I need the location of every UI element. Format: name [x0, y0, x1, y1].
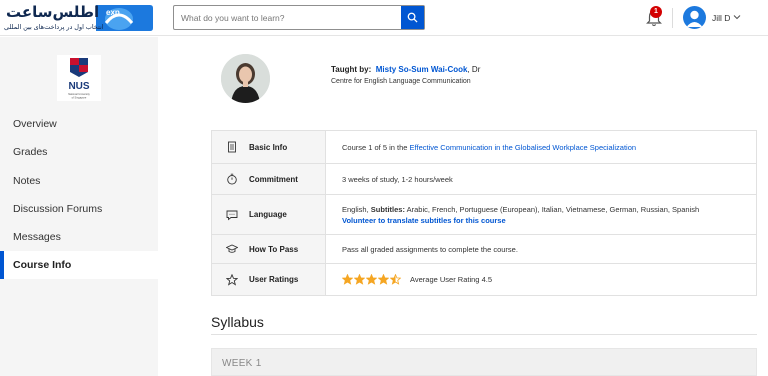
specialization-link[interactable]: Effective Communication in the Globalise…: [410, 143, 637, 152]
instructor-photo[interactable]: [221, 54, 270, 103]
info-label-text: Basic Info: [249, 142, 288, 152]
info-row-how-to-pass: How To Pass Pass all graded assignments …: [212, 235, 756, 264]
syllabus-divider: [211, 334, 757, 335]
week-header[interactable]: WEEK 1: [211, 348, 757, 376]
course-info-table: Basic Info Course 1 of 5 in the Effectiv…: [211, 130, 757, 296]
how-to-pass-text: Pass all graded assignments to complete …: [342, 244, 518, 254]
user-avatar[interactable]: [683, 6, 706, 29]
header-divider: [672, 8, 673, 28]
sidebar-item-course-info[interactable]: Course Info: [0, 251, 158, 279]
svg-text:NUS: NUS: [68, 81, 89, 92]
svg-text:National University: National University: [68, 92, 90, 96]
info-label-text: Language: [249, 210, 287, 219]
info-label-text: Commitment: [249, 174, 298, 184]
logo-tagline: انتخاب اول در پرداخت‌های بین المللی: [4, 24, 104, 31]
info-row-user-ratings: User Ratings Average User Rating 4.5: [212, 264, 756, 295]
instructor-name-link[interactable]: Misty So-Sum Wai-Cook: [376, 65, 468, 74]
search-input[interactable]: [174, 6, 402, 29]
star-full-icon: [342, 274, 353, 285]
week-label: WEEK 1: [222, 358, 262, 369]
document-icon: [228, 141, 236, 153]
svg-text:of Singapore: of Singapore: [72, 96, 87, 100]
nus-crest-icon: NUS National University of Singapore: [68, 58, 91, 100]
sidebar-item-discussion-forums[interactable]: Discussion Forums: [0, 195, 158, 223]
course-sidebar: NUS National University of Singapore Ove…: [0, 37, 158, 376]
logo-badge-text: exp: [106, 8, 120, 17]
info-label-cell: User Ratings: [212, 264, 326, 295]
info-value-commitment: 3 weeks of study, 1-2 hours/week: [326, 164, 756, 194]
rating-text: Average User Rating 4.5: [410, 275, 492, 284]
search-bar: [173, 5, 425, 30]
syllabus-heading: Syllabus: [211, 314, 264, 330]
info-value-basic: Course 1 of 5 in the Effective Communica…: [326, 131, 756, 163]
instructor-portrait: [221, 54, 270, 103]
info-value-ratings: Average User Rating 4.5: [326, 264, 756, 295]
info-row-basic: Basic Info Course 1 of 5 in the Effectiv…: [212, 131, 756, 164]
user-avatar-icon: [686, 10, 703, 27]
stopwatch-icon: [227, 173, 237, 185]
user-name[interactable]: Jill D: [712, 13, 730, 23]
logo-wordmark: اطلس‌ساعت: [6, 4, 100, 21]
basic-info-prefix: Course 1 of 5 in the: [342, 142, 410, 152]
primary-language: English,: [342, 204, 369, 214]
instructor-title: , Dr: [467, 65, 481, 74]
info-label-cell: How To Pass: [212, 235, 326, 263]
institution-logo: NUS National University of Singapore: [57, 55, 101, 101]
top-header: exp اطلس‌ساعت انتخاب اول در پرداخت‌های ب…: [0, 0, 768, 36]
rating-stars: [342, 274, 402, 285]
commitment-text: 3 weeks of study, 1-2 hours/week: [342, 174, 453, 184]
volunteer-translate-link[interactable]: Volunteer to translate subtitles for thi…: [342, 216, 756, 225]
sidebar-item-messages[interactable]: Messages: [0, 223, 158, 251]
taught-by-line: Taught by: Misty So-Sum Wai-Cook, Dr: [331, 65, 480, 74]
info-label-cell: Language: [212, 195, 326, 234]
info-label-text: How To Pass: [249, 244, 299, 254]
subtitle-languages: Arabic, French, Portuguese (European), I…: [406, 204, 700, 214]
sidebar-item-grades[interactable]: Grades: [0, 138, 158, 166]
info-label-cell: Basic Info: [212, 131, 326, 163]
chat-bubble-icon: [226, 210, 238, 220]
info-row-commitment: Commitment 3 weeks of study, 1-2 hours/w…: [212, 164, 756, 195]
star-half-icon: [390, 274, 401, 285]
search-button[interactable]: [401, 6, 424, 29]
sidebar-item-notes[interactable]: Notes: [0, 167, 158, 195]
star-full-icon: [366, 274, 377, 285]
info-row-language: Language English, Subtitles: Arabic, Fre…: [212, 195, 756, 235]
star-full-icon: [378, 274, 389, 285]
info-value-language: English, Subtitles: Arabic, French, Port…: [326, 195, 756, 234]
star-outline-icon: [226, 273, 238, 286]
info-label-text: User Ratings: [249, 275, 299, 284]
notification-badge: 1: [650, 6, 662, 18]
taught-by-label: Taught by:: [331, 65, 372, 74]
search-icon: [407, 12, 418, 23]
subtitles-label: Subtitles:: [370, 204, 405, 214]
chevron-down-icon[interactable]: [732, 12, 742, 22]
info-value-how-to-pass: Pass all graded assignments to complete …: [326, 235, 756, 263]
graduation-cap-icon: [226, 244, 238, 253]
sidebar-item-overview[interactable]: Overview: [0, 110, 158, 138]
info-label-cell: Commitment: [212, 164, 326, 194]
star-full-icon: [354, 274, 365, 285]
site-logo[interactable]: exp اطلس‌ساعت انتخاب اول در پرداخت‌های ب…: [0, 2, 160, 34]
instructor-department: Centre for English Language Communicatio…: [331, 78, 471, 85]
